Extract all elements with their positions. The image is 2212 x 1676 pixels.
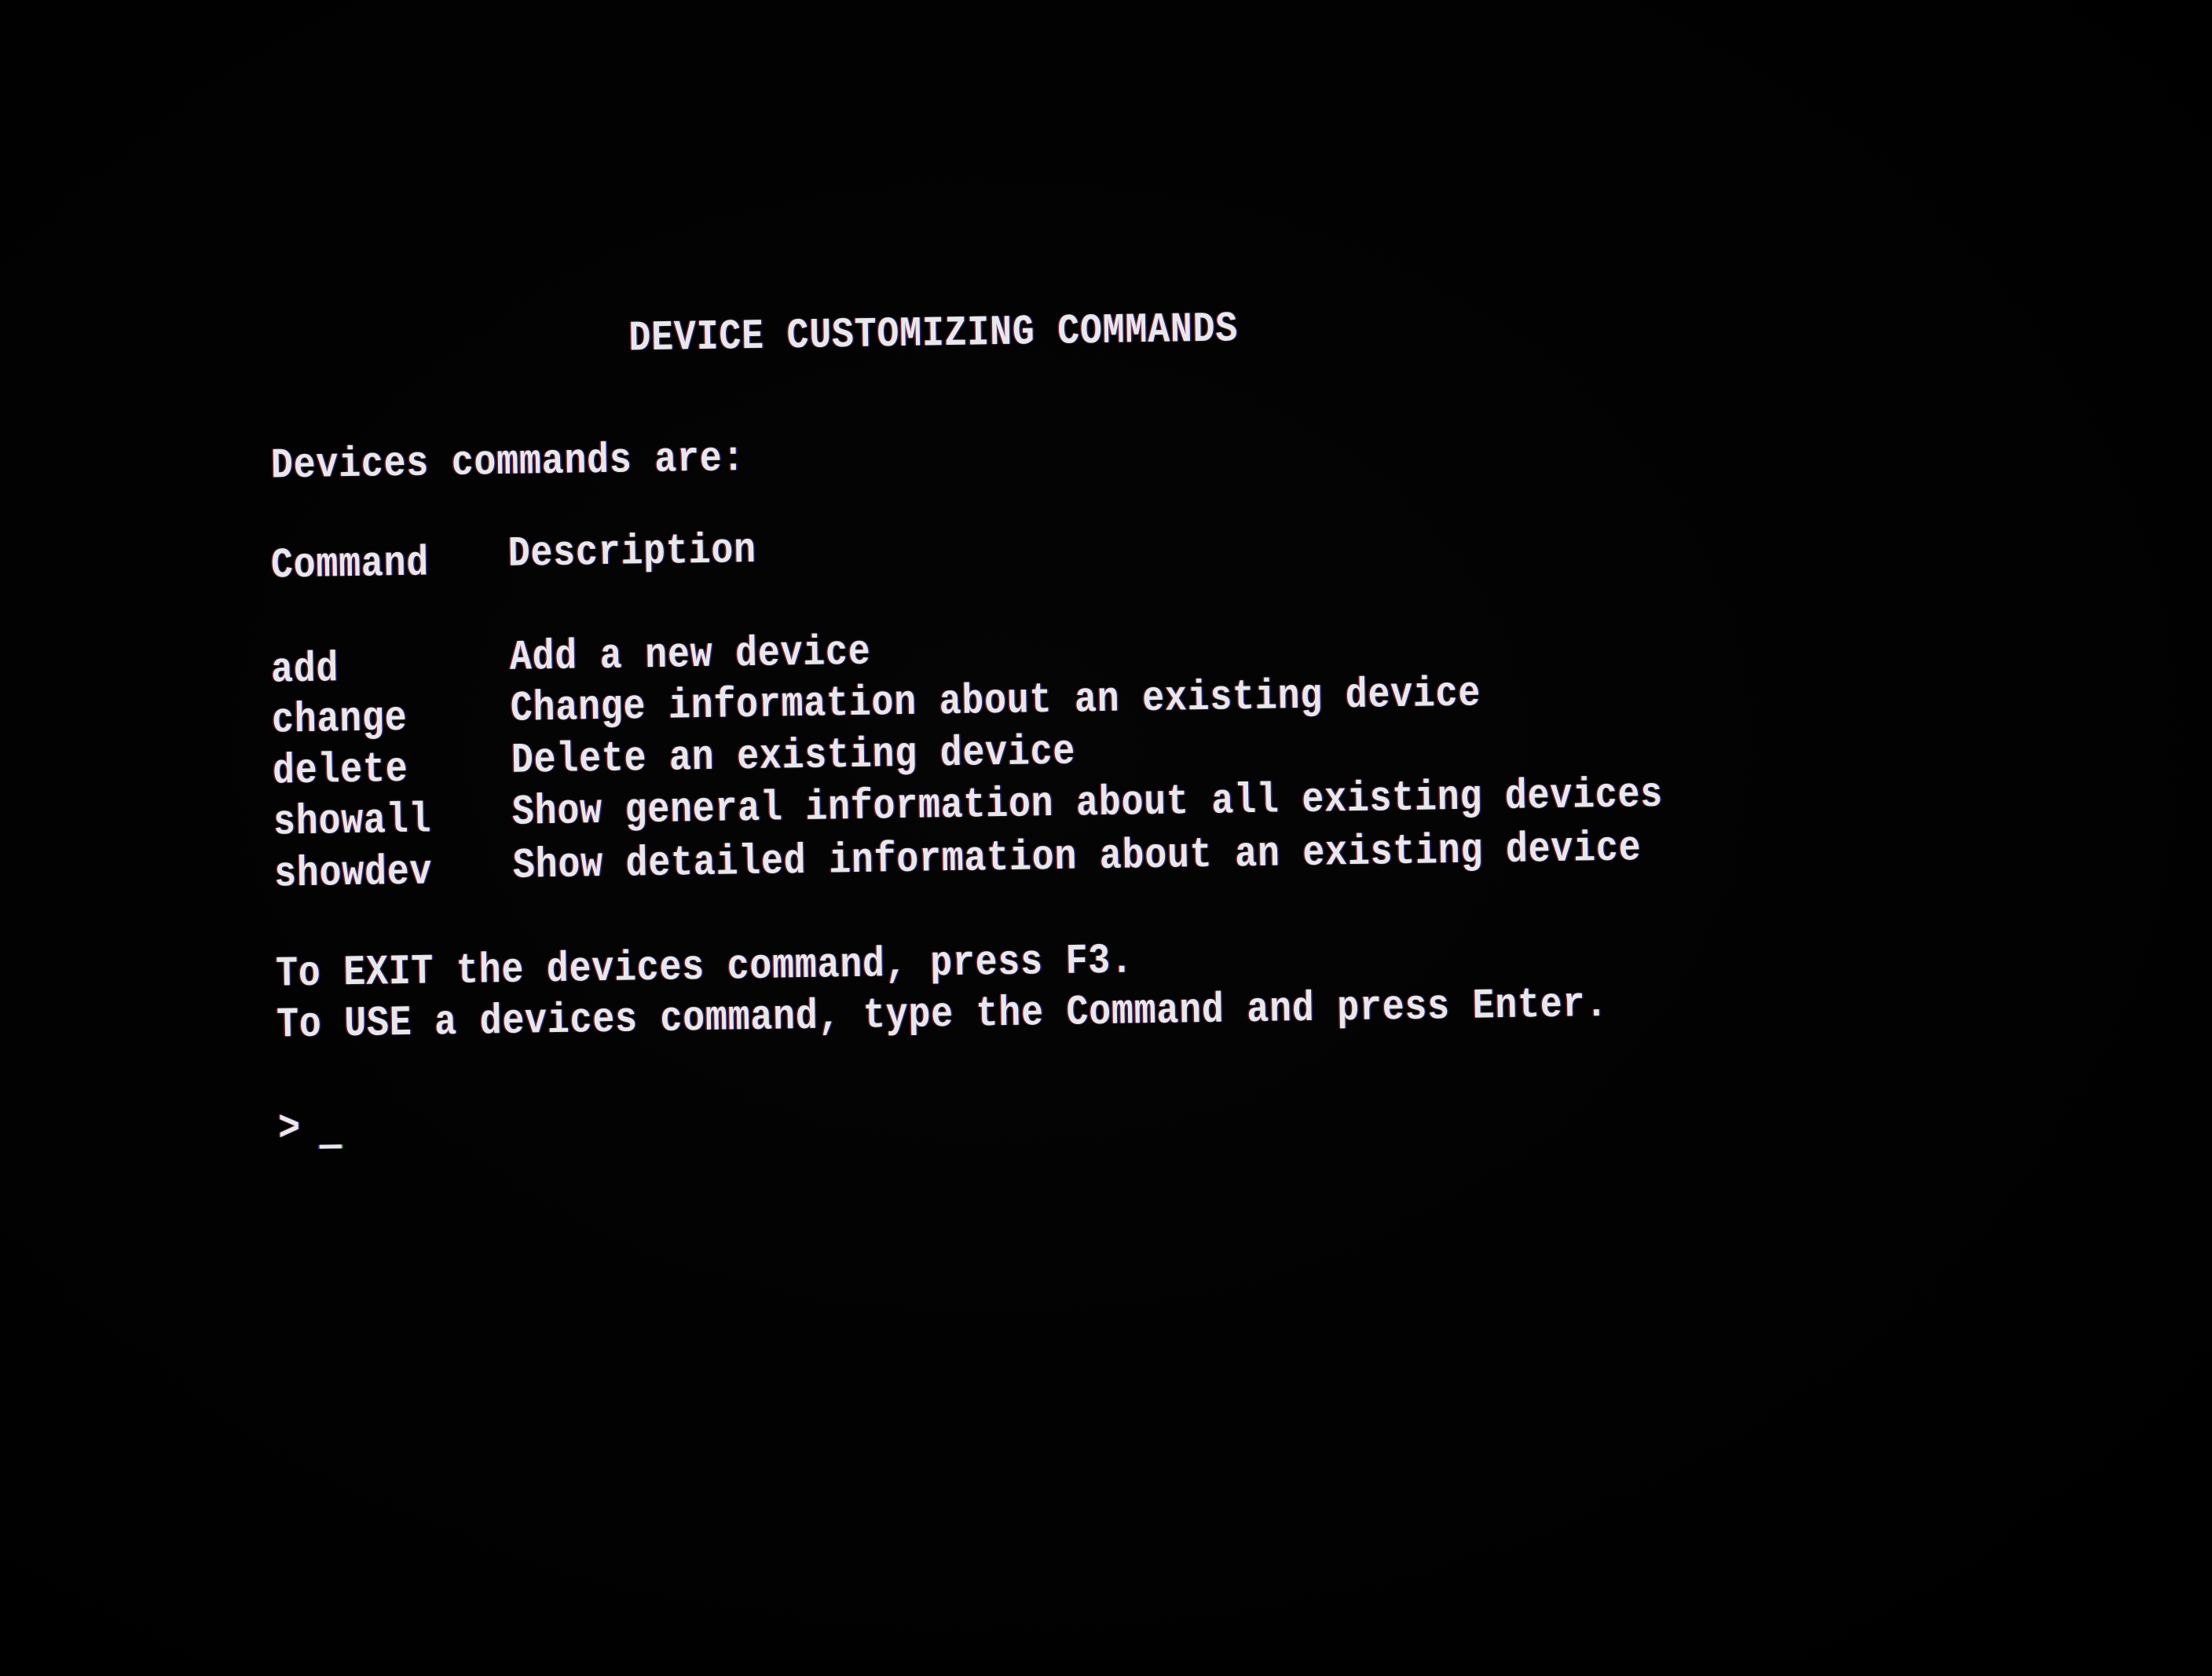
command-name-showall: showall — [273, 796, 432, 847]
command-input[interactable]: > — [0, 0, 2201, 1153]
command-description-add: Add a new device — [509, 628, 872, 682]
page-title: DEVICE CUSTOMIZING COMMANDS — [628, 306, 1239, 364]
command-description-showdev: Show detailed information about an exist… — [512, 825, 1642, 891]
command-name-showdev: showdev — [273, 848, 433, 899]
terminal-screen: DEVICE CUSTOMIZING COMMANDS Devices comm… — [0, 0, 2212, 1676]
intro-text: Devices commands are: — [270, 435, 745, 491]
column-header-command: Command — [270, 540, 430, 591]
command-name-delete: delete — [272, 745, 409, 796]
command-description-change: Change information about an existing dev… — [510, 670, 1481, 734]
command-description-delete: Delete an existing device — [511, 728, 1076, 785]
column-header-description: Description — [507, 526, 757, 579]
command-name-change: change — [271, 694, 408, 745]
prompt-symbol: > — [277, 1105, 302, 1154]
command-name-add: add — [270, 646, 339, 695]
command-table: add Add a new device change Change infor… — [0, 0, 2201, 899]
text-cursor[interactable] — [319, 1144, 342, 1149]
